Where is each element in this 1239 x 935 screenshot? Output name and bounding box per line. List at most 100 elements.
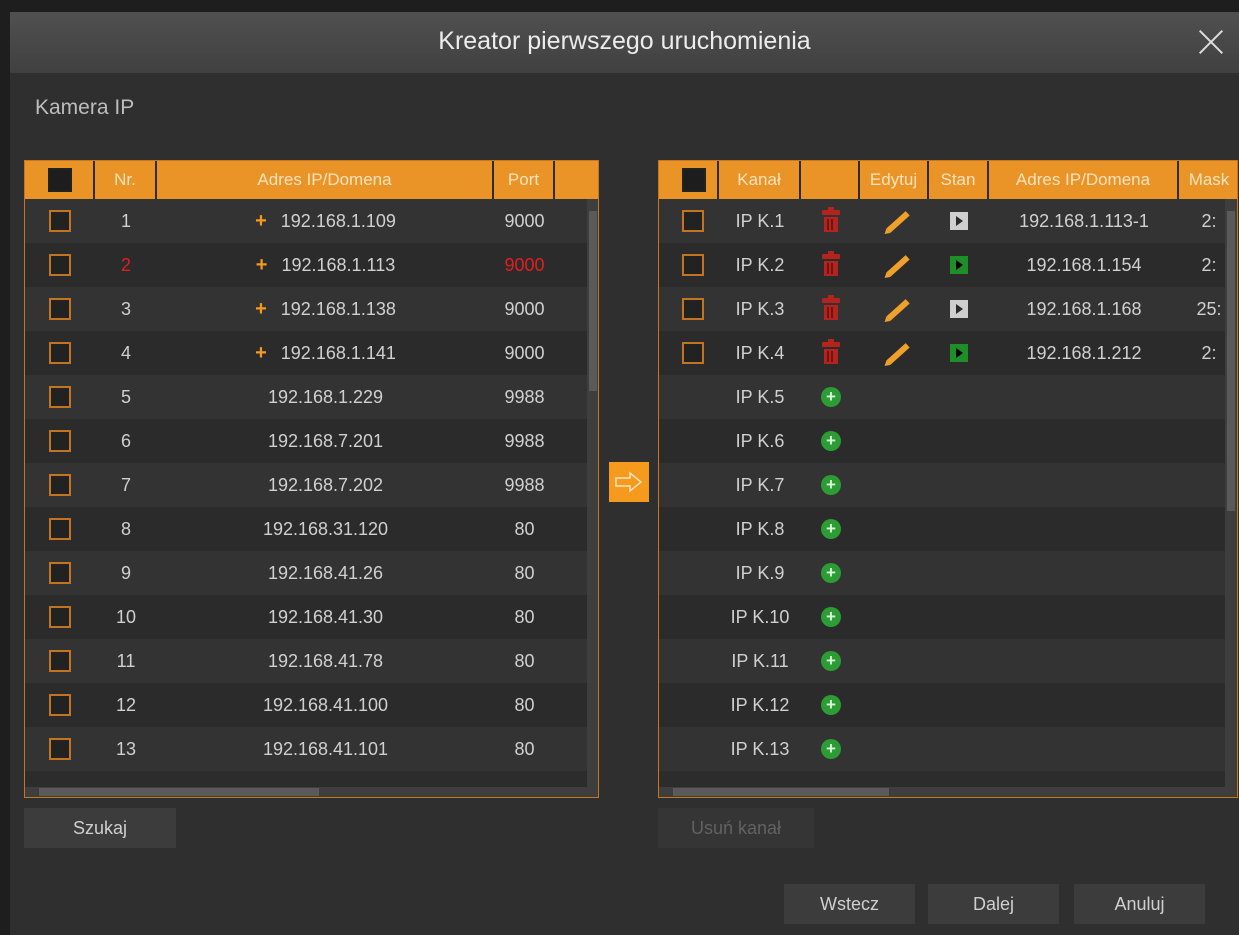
- plus-icon: +: [255, 342, 267, 364]
- scroll-thumb[interactable]: [39, 788, 319, 796]
- next-button[interactable]: Dalej: [928, 884, 1059, 924]
- row-checkbox[interactable]: [682, 210, 704, 232]
- table-row[interactable]: 4 +192.168.1.141 9000: [25, 331, 587, 375]
- row-address: 192.168.41.100: [157, 683, 494, 727]
- add-to-channels-button[interactable]: [609, 462, 649, 502]
- row-checkbox[interactable]: [49, 474, 71, 496]
- status-play-icon[interactable]: [950, 256, 968, 274]
- col-status[interactable]: Stan: [929, 161, 989, 199]
- search-button[interactable]: Szukaj: [24, 808, 176, 848]
- row-checkbox[interactable]: [49, 738, 71, 760]
- edit-pencil-icon[interactable]: [886, 299, 910, 321]
- remove-channel-button[interactable]: Usuń kanał: [658, 808, 814, 848]
- address-text: 192.168.31.120: [262, 519, 389, 539]
- col-mask[interactable]: Mask: [1179, 161, 1237, 199]
- status-play-icon[interactable]: [950, 212, 968, 230]
- row-checkbox[interactable]: [49, 386, 71, 408]
- table-row[interactable]: IP K.1 192.168.1.113-1 2:: [659, 199, 1225, 243]
- table-row[interactable]: 3 +192.168.1.138 9000: [25, 287, 587, 331]
- row-checkbox[interactable]: [49, 342, 71, 364]
- scroll-thumb[interactable]: [589, 211, 597, 391]
- vertical-scrollbar[interactable]: [587, 199, 598, 788]
- table-row[interactable]: IP K.9 +: [659, 551, 1225, 595]
- add-camera-icon[interactable]: +: [821, 431, 841, 451]
- table-row[interactable]: 11 192.168.41.78 80: [25, 639, 587, 683]
- row-checkbox[interactable]: [49, 254, 71, 276]
- channel-name: IP K.10: [730, 607, 790, 627]
- table-row[interactable]: 8 192.168.31.120 80: [25, 507, 587, 551]
- select-all-checkbox[interactable]: [682, 168, 706, 192]
- table-row[interactable]: IP K.12 +: [659, 683, 1225, 727]
- table-row[interactable]: IP K.8 +: [659, 507, 1225, 551]
- row-checkbox[interactable]: [49, 298, 71, 320]
- add-camera-icon[interactable]: +: [821, 607, 841, 627]
- add-camera-icon[interactable]: +: [821, 387, 841, 407]
- close-icon[interactable]: [1195, 25, 1227, 57]
- table-row[interactable]: IP K.2 192.168.1.154 2:: [659, 243, 1225, 287]
- back-button[interactable]: Wstecz: [784, 884, 915, 924]
- table-row[interactable]: 6 192.168.7.201 9988: [25, 419, 587, 463]
- table-row[interactable]: 12 192.168.41.100 80: [25, 683, 587, 727]
- col-channel[interactable]: Kanał: [719, 161, 801, 199]
- edit-pencil-icon[interactable]: [886, 255, 910, 277]
- trash-icon[interactable]: [822, 251, 840, 276]
- horizontal-scrollbar[interactable]: [659, 787, 1237, 797]
- address-text: 192.168.41.78: [267, 651, 384, 671]
- row-checkbox[interactable]: [682, 254, 704, 276]
- edit-pencil-icon[interactable]: [886, 343, 910, 365]
- row-checkbox[interactable]: [49, 606, 71, 628]
- trash-icon[interactable]: [822, 339, 840, 364]
- table-row[interactable]: IP K.11 +: [659, 639, 1225, 683]
- add-camera-icon[interactable]: +: [821, 651, 841, 671]
- add-camera-icon[interactable]: +: [821, 519, 841, 539]
- scroll-thumb[interactable]: [673, 788, 889, 796]
- table-row[interactable]: 10 192.168.41.30 80: [25, 595, 587, 639]
- edit-pencil-icon[interactable]: [886, 211, 910, 233]
- plus-icon: +: [255, 210, 267, 232]
- scroll-thumb[interactable]: [1227, 211, 1235, 511]
- status-play-icon[interactable]: [950, 300, 968, 318]
- table-row[interactable]: 5 192.168.1.229 9988: [25, 375, 587, 419]
- row-checkbox[interactable]: [49, 430, 71, 452]
- horizontal-scrollbar[interactable]: [25, 787, 598, 797]
- col-nr[interactable]: Nr.: [95, 161, 157, 199]
- cancel-button[interactable]: Anuluj: [1074, 884, 1205, 924]
- table-row[interactable]: 7 192.168.7.202 9988: [25, 463, 587, 507]
- trash-icon[interactable]: [822, 295, 840, 320]
- channel-name: IP K.3: [735, 299, 785, 319]
- add-camera-icon[interactable]: +: [821, 475, 841, 495]
- row-address: +192.168.1.113: [157, 243, 494, 287]
- table-row[interactable]: IP K.7 +: [659, 463, 1225, 507]
- col-address[interactable]: Adres IP/Domena: [989, 161, 1179, 199]
- trash-icon[interactable]: [822, 207, 840, 232]
- table-row[interactable]: IP K.4 192.168.1.212 2:: [659, 331, 1225, 375]
- table-row[interactable]: 9 192.168.41.26 80: [25, 551, 587, 595]
- plus-icon: +: [255, 254, 268, 276]
- row-checkbox[interactable]: [49, 694, 71, 716]
- channel-name: IP K.2: [735, 255, 785, 275]
- table-row[interactable]: IP K.6 +: [659, 419, 1225, 463]
- add-camera-icon[interactable]: +: [821, 739, 841, 759]
- add-camera-icon[interactable]: +: [821, 563, 841, 583]
- row-checkbox[interactable]: [682, 342, 704, 364]
- status-play-icon[interactable]: [950, 344, 968, 362]
- row-checkbox[interactable]: [49, 562, 71, 584]
- table-row[interactable]: 13 192.168.41.101 80: [25, 727, 587, 771]
- add-camera-icon[interactable]: +: [821, 695, 841, 715]
- table-row[interactable]: 2 +192.168.1.113 9000: [25, 243, 587, 287]
- select-all-checkbox[interactable]: [48, 168, 72, 192]
- row-checkbox[interactable]: [49, 650, 71, 672]
- table-row[interactable]: IP K.10 +: [659, 595, 1225, 639]
- col-address[interactable]: Adres IP/Domena: [157, 161, 494, 199]
- table-row[interactable]: 1 +192.168.1.109 9000: [25, 199, 587, 243]
- address-text: 192.168.1.113: [281, 255, 396, 275]
- table-row[interactable]: IP K.5 +: [659, 375, 1225, 419]
- col-edit[interactable]: Edytuj: [860, 161, 929, 199]
- vertical-scrollbar[interactable]: [1225, 199, 1237, 788]
- col-port[interactable]: Port: [494, 161, 555, 199]
- table-row[interactable]: IP K.3 192.168.1.168 25:: [659, 287, 1225, 331]
- row-checkbox[interactable]: [49, 210, 71, 232]
- row-checkbox[interactable]: [682, 298, 704, 320]
- table-row[interactable]: IP K.13 +: [659, 727, 1225, 771]
- row-checkbox[interactable]: [49, 518, 71, 540]
